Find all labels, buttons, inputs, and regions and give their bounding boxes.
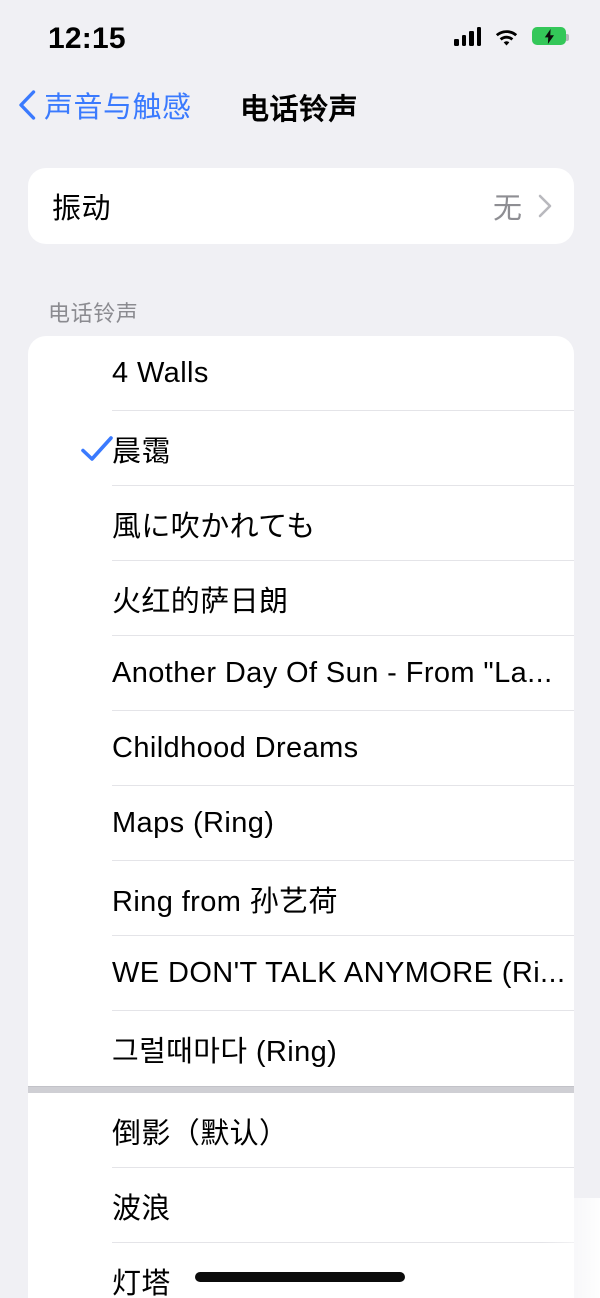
page-title: 电话铃声 xyxy=(240,94,359,126)
back-button-label: 声音与触感 xyxy=(44,92,192,124)
ringtone-label: 波浪 xyxy=(112,1192,171,1225)
ringtone-row[interactable]: 그럴때마다 (Ring) xyxy=(28,1011,574,1086)
default-ringtone-list: 倒影（默认） 波浪灯塔 xyxy=(28,1093,574,1298)
phone-screen: 12:15 声音与触感 电话铃声 振动 无 电话铃声 4 Walls 晨霭 風に… xyxy=(0,0,600,1298)
vibration-row[interactable]: 振动 无 xyxy=(28,168,574,244)
ringtone-label: 그럴때마다 (Ring) xyxy=(112,1035,338,1068)
ringtone-row[interactable]: Ring from 孙艺荷 xyxy=(28,861,574,936)
ringtone-row[interactable]: 風に吹かれても xyxy=(28,486,574,561)
ringtone-label: 火红的萨日朗 xyxy=(112,585,289,618)
ringtone-row[interactable]: 4 Walls xyxy=(28,336,574,411)
ringtone-row[interactable]: Another Day Of Sun - From "La... xyxy=(28,636,574,711)
status-bar-icons xyxy=(454,26,569,46)
ringtone-label: 4 Walls xyxy=(112,357,209,389)
status-bar-time: 12:15 xyxy=(48,22,126,55)
vibration-label: 振动 xyxy=(52,193,112,225)
ringtone-row[interactable]: Childhood Dreams xyxy=(28,711,574,786)
vibration-value: 无 xyxy=(492,193,522,225)
ringtone-row[interactable]: 波浪 xyxy=(28,1168,574,1243)
ringtone-row[interactable]: WE DON'T TALK ANYMORE (Ri... xyxy=(28,936,574,1011)
ringtone-row[interactable]: 倒影（默认） xyxy=(28,1093,574,1168)
status-bar: 12:15 xyxy=(0,0,600,72)
battery-charging-icon xyxy=(532,27,569,45)
ringtone-label: Childhood Dreams xyxy=(112,732,359,764)
home-indicator[interactable] xyxy=(195,1272,405,1282)
ringtone-label: 風に吹かれても xyxy=(112,510,316,543)
ringtone-label: 晨霭 xyxy=(112,435,171,468)
ringtone-label: WE DON'T TALK ANYMORE (Ri... xyxy=(112,957,564,989)
ringtone-label: Maps (Ring) xyxy=(112,807,275,839)
ringtone-row[interactable]: 火红的萨日朗 xyxy=(28,561,574,636)
ringtone-list: 4 Walls 晨霭風に吹かれても 火红的萨日朗 Another Day Of Sun… xyxy=(28,336,574,1086)
ringtone-row[interactable]: Maps (Ring) xyxy=(28,786,574,861)
chevron-right-icon xyxy=(538,194,552,218)
chevron-left-icon xyxy=(19,90,36,120)
ringtone-label: 倒影（默认） xyxy=(112,1117,289,1150)
ringtone-row[interactable]: 灯塔 xyxy=(28,1243,574,1298)
ringtone-row[interactable]: 晨霭 xyxy=(28,411,574,486)
ringtone-group-divider xyxy=(28,1086,574,1093)
cellular-signal-icon xyxy=(454,26,481,46)
section-header-ringtones: 电话铃声 xyxy=(48,301,139,326)
navigation-bar: 声音与触感 电话铃声 xyxy=(0,72,600,140)
wifi-icon xyxy=(494,27,519,46)
ringtone-list-card: 4 Walls 晨霭風に吹かれても 火红的萨日朗 Another Day Of Sun… xyxy=(28,336,574,1298)
back-button[interactable]: 声音与触感 xyxy=(18,84,192,126)
ringtone-label: Another Day Of Sun - From "La... xyxy=(112,657,553,689)
checkmark-icon xyxy=(81,435,113,461)
ringtone-label: Ring from 孙艺荷 xyxy=(112,885,338,918)
vibration-card: 振动 无 xyxy=(28,168,574,244)
